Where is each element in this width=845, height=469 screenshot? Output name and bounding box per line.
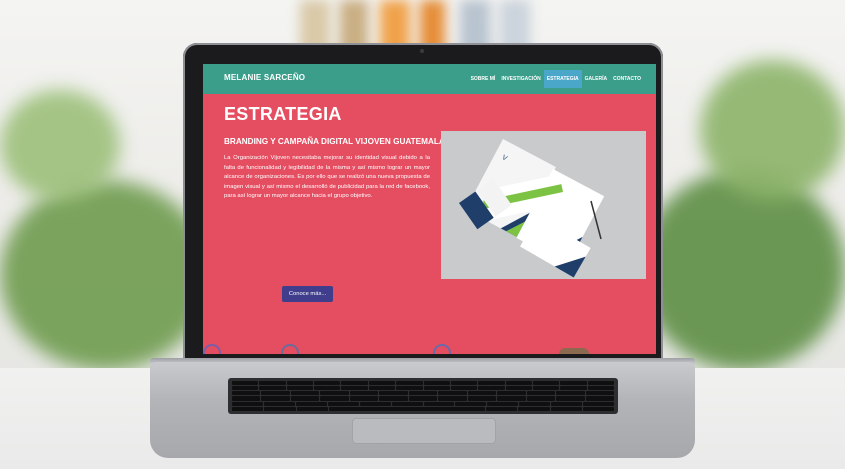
nav-item-galeria[interactable]: GALERÍA xyxy=(582,70,611,88)
laptop-screen: MELANIE SARCEÑO SOBRE MÍ INVESTIGACIÓN E… xyxy=(203,64,656,354)
conoce-mas-button[interactable]: Conoce más... xyxy=(282,286,333,302)
site-brand[interactable]: MELANIE SARCEÑO xyxy=(224,73,305,82)
right-plant xyxy=(640,170,845,370)
project-description: La Organización Vijoven necesitaba mejor… xyxy=(224,155,430,199)
project-title: BRANDING Y CAMPAÑA DIGITAL VIJOVEN GUATE… xyxy=(224,137,445,146)
peek-decoration xyxy=(203,344,221,354)
webcam-icon xyxy=(420,49,424,53)
nav-menu: SOBRE MÍ INVESTIGACIÓN ESTRATEGIA GALERÍ… xyxy=(468,70,644,88)
nav-item-contacto[interactable]: CONTACTO xyxy=(610,70,644,88)
site-nav-bar: MELANIE SARCEÑO SOBRE MÍ INVESTIGACIÓN E… xyxy=(203,64,656,94)
trackpad[interactable] xyxy=(352,418,496,444)
left-plant xyxy=(0,180,210,370)
laptop-keyboard xyxy=(228,378,618,414)
peek-decoration xyxy=(281,344,299,354)
left-plant-top xyxy=(0,90,120,200)
nav-item-sobre-mi[interactable]: SOBRE MÍ xyxy=(468,70,499,88)
mockup-illustration: V xyxy=(441,131,646,279)
nav-item-investigacion[interactable]: INVESTIGACIÓN xyxy=(498,70,543,88)
peek-decoration xyxy=(433,344,451,354)
right-plant-top xyxy=(700,60,845,200)
nav-item-estrategia[interactable]: ESTRATEGIA xyxy=(543,70,582,88)
peek-decoration xyxy=(559,348,589,354)
stationery-mockup-image: V xyxy=(441,131,646,279)
section-title: ESTRATEGIA xyxy=(224,104,342,124)
